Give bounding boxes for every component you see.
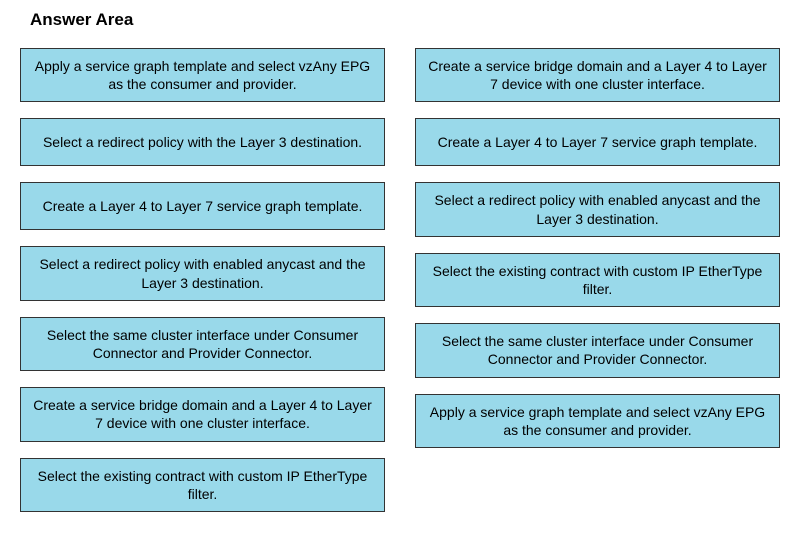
- section-title: Answer Area: [30, 10, 781, 30]
- draggable-item[interactable]: Create a Layer 4 to Layer 7 service grap…: [415, 118, 780, 166]
- answer-area-columns: Apply a service graph template and selec…: [20, 48, 781, 512]
- draggable-item[interactable]: Create a Layer 4 to Layer 7 service grap…: [20, 182, 385, 230]
- draggable-item[interactable]: Select the same cluster interface under …: [20, 317, 385, 371]
- draggable-item[interactable]: Create a service bridge domain and a Lay…: [20, 387, 385, 441]
- draggable-item[interactable]: Select the existing contract with custom…: [415, 253, 780, 307]
- draggable-item[interactable]: Select a redirect policy with enabled an…: [415, 182, 780, 236]
- draggable-item[interactable]: Apply a service graph template and selec…: [20, 48, 385, 102]
- draggable-item[interactable]: Create a service bridge domain and a Lay…: [415, 48, 780, 102]
- draggable-item[interactable]: Select a redirect policy with the Layer …: [20, 118, 385, 166]
- draggable-item[interactable]: Select a redirect policy with enabled an…: [20, 246, 385, 300]
- draggable-item[interactable]: Select the existing contract with custom…: [20, 458, 385, 512]
- draggable-item[interactable]: Apply a service graph template and selec…: [415, 394, 780, 448]
- right-column: Create a service bridge domain and a Lay…: [415, 48, 780, 512]
- draggable-item[interactable]: Select the same cluster interface under …: [415, 323, 780, 377]
- left-column: Apply a service graph template and selec…: [20, 48, 385, 512]
